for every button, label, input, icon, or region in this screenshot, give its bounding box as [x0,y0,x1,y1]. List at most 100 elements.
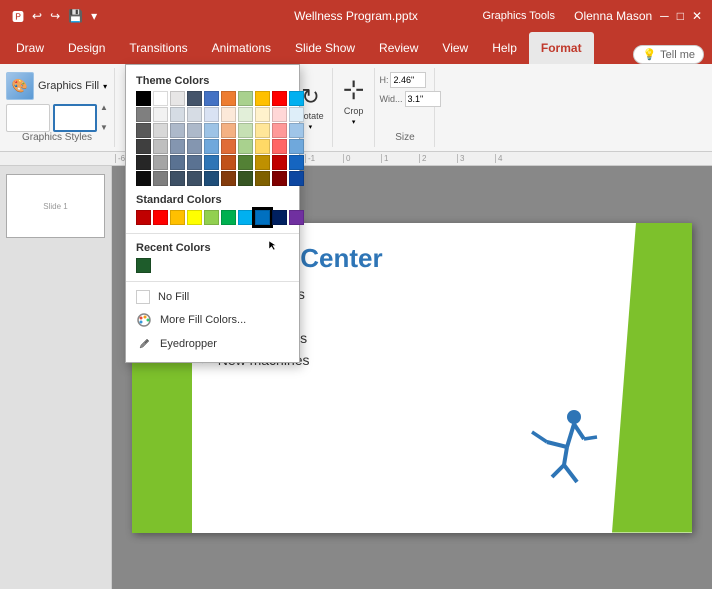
theme-color-cell[interactable] [238,155,253,170]
standard-color-cell[interactable] [136,210,151,225]
theme-color-cell[interactable] [238,171,253,186]
theme-color-cell[interactable] [289,107,304,122]
height-input[interactable] [390,72,426,88]
theme-color-cell[interactable] [289,123,304,138]
standard-color-cell[interactable] [221,210,236,225]
width-input[interactable] [405,91,441,107]
theme-color-cell[interactable] [289,91,304,106]
tab-draw[interactable]: Draw [4,32,56,64]
theme-color-cell[interactable] [170,91,185,106]
more-fill-colors-item[interactable]: More Fill Colors... [126,308,299,332]
quick-access-dropdown[interactable]: ▾ [89,7,99,25]
theme-color-cell[interactable] [255,123,270,138]
theme-color-cell[interactable] [153,171,168,186]
theme-color-cell[interactable] [221,171,236,186]
graphics-fill-arrow[interactable]: ▾ [103,82,107,91]
tab-animations[interactable]: Animations [200,32,283,64]
theme-color-cell[interactable] [255,139,270,154]
standard-color-cell[interactable] [238,210,253,225]
standard-color-cell[interactable] [289,210,304,225]
theme-color-cell[interactable] [153,91,168,106]
theme-color-cell[interactable] [221,139,236,154]
standard-color-cell[interactable] [153,210,168,225]
theme-color-cell[interactable] [153,139,168,154]
slide-thumbnail[interactable]: Slide 1 [6,174,105,238]
tell-me-input[interactable]: 💡 Tell me [633,45,704,64]
theme-color-cell[interactable] [238,139,253,154]
theme-color-cell[interactable] [136,139,151,154]
tab-transitions[interactable]: Transitions [117,32,199,64]
theme-color-cell[interactable] [221,91,236,106]
theme-color-cell[interactable] [204,155,219,170]
tab-slideshow[interactable]: Slide Show [283,32,367,64]
redo-icon[interactable]: ↪ [48,7,62,25]
theme-color-cell[interactable] [221,123,236,138]
theme-color-cell[interactable] [187,155,202,170]
thumbnail-selected[interactable] [53,104,97,132]
theme-color-cell[interactable] [255,107,270,122]
tab-help[interactable]: Help [480,32,529,64]
theme-color-cell[interactable] [187,139,202,154]
eyedropper-item[interactable]: Eyedropper [126,332,299,356]
theme-color-cell[interactable] [221,107,236,122]
theme-color-cell[interactable] [255,155,270,170]
theme-color-cell[interactable] [170,171,185,186]
theme-color-cell[interactable] [289,139,304,154]
theme-color-cell[interactable] [289,155,304,170]
theme-color-cell[interactable] [204,139,219,154]
theme-color-cell[interactable] [238,91,253,106]
tab-view[interactable]: View [430,32,480,64]
minimize-button[interactable]: ─ [660,9,669,23]
save-icon[interactable]: 💾 [66,7,85,25]
theme-color-cell[interactable] [272,107,287,122]
theme-color-cell[interactable] [187,171,202,186]
theme-color-cell[interactable] [136,155,151,170]
theme-color-cell[interactable] [170,123,185,138]
close-button[interactable]: ✕ [692,9,702,23]
theme-color-cell[interactable] [272,91,287,106]
theme-color-cell[interactable] [170,155,185,170]
standard-color-cell[interactable] [204,210,219,225]
theme-color-cell[interactable] [238,107,253,122]
standard-color-cell[interactable] [255,210,270,225]
theme-color-cell[interactable] [153,123,168,138]
graphics-fill-btn[interactable]: 🎨 Graphics Fill ▾ [6,72,108,100]
theme-color-cell[interactable] [170,139,185,154]
no-fill-item[interactable]: No Fill [126,286,299,308]
standard-color-cell[interactable] [187,210,202,225]
theme-color-cell[interactable] [272,139,287,154]
undo-icon[interactable]: ↩ [30,7,44,25]
theme-color-cell[interactable] [204,123,219,138]
theme-color-cell[interactable] [289,171,304,186]
theme-color-cell[interactable] [153,155,168,170]
tab-format[interactable]: Format [529,32,594,64]
scroll-up[interactable]: ▲ [100,104,108,112]
theme-color-cell[interactable] [136,91,151,106]
theme-color-cell[interactable] [187,123,202,138]
theme-color-cell[interactable] [136,123,151,138]
theme-color-cell[interactable] [170,107,185,122]
standard-color-cell[interactable] [170,210,185,225]
tab-review[interactable]: Review [367,32,430,64]
theme-color-cell[interactable] [272,155,287,170]
maximize-button[interactable]: □ [677,9,684,23]
theme-color-cell[interactable] [272,123,287,138]
crop-btn[interactable]: ⊹ Crop ▾ [339,72,369,128]
theme-color-cell[interactable] [238,123,253,138]
theme-color-cell[interactable] [255,171,270,186]
theme-color-cell[interactable] [221,155,236,170]
standard-color-cell[interactable] [272,210,287,225]
theme-color-cell[interactable] [204,91,219,106]
theme-color-cell[interactable] [204,171,219,186]
theme-color-cell[interactable] [136,171,151,186]
tab-design[interactable]: Design [56,32,117,64]
theme-color-cell[interactable] [255,91,270,106]
theme-color-cell[interactable] [136,107,151,122]
theme-color-cell[interactable] [204,107,219,122]
theme-color-cell[interactable] [153,107,168,122]
recent-color-cell[interactable] [136,258,151,273]
thumbnail-plain[interactable] [6,104,50,132]
theme-color-cell[interactable] [272,171,287,186]
scroll-down[interactable]: ▼ [100,124,108,132]
theme-color-cell[interactable] [187,107,202,122]
